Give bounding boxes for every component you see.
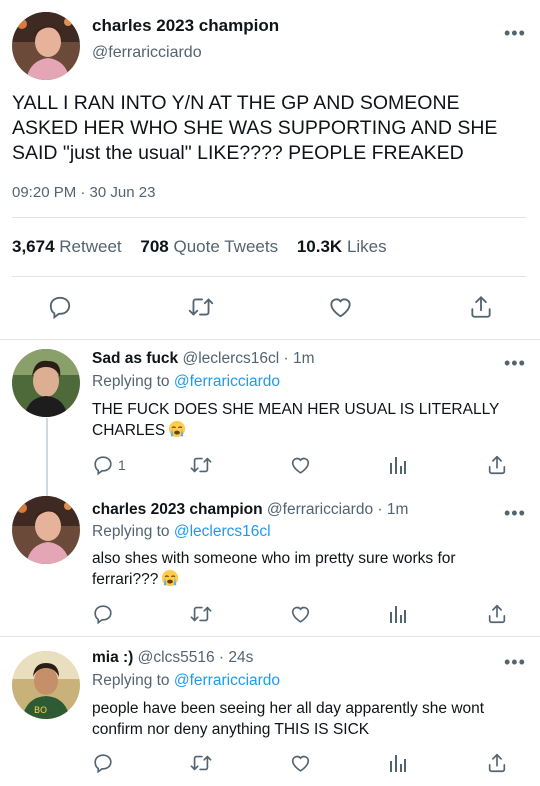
analytics-icon <box>390 457 406 474</box>
like-button[interactable] <box>289 603 312 625</box>
retweet-button[interactable] <box>187 294 215 320</box>
like-button[interactable] <box>289 454 312 476</box>
display-name[interactable]: charles 2023 champion <box>92 16 279 36</box>
more-icon[interactable]: ••• <box>504 504 526 522</box>
handle-time[interactable]: @clcs5516 · 24s <box>138 649 254 666</box>
share-icon <box>488 604 506 624</box>
like-button[interactable] <box>327 294 354 320</box>
analytics-button[interactable] <box>388 752 408 774</box>
more-icon[interactable]: ••• <box>504 653 526 671</box>
reply-header[interactable]: mia :) @clcs5516 · 24s <box>92 649 253 667</box>
reply-text: also shes with someone who im pretty sur… <box>92 548 522 593</box>
heart-icon <box>291 457 310 474</box>
retweet-button[interactable] <box>189 603 213 625</box>
display-name[interactable]: mia :) <box>92 649 133 666</box>
reply-button[interactable] <box>92 752 114 774</box>
loudly-crying-face-emoji <box>161 569 179 593</box>
like-button[interactable] <box>289 752 312 774</box>
retweet-icon <box>190 457 212 473</box>
reply-button[interactable]: 1 <box>92 454 126 476</box>
reply-text: people have been seeing her all day appa… <box>92 700 485 738</box>
retweet-icon <box>190 606 212 622</box>
share-icon <box>488 455 506 475</box>
avatar[interactable] <box>12 12 80 80</box>
tweet-text: YALL I RAN INTO Y/N AT THE GP AND SOMEON… <box>12 92 498 164</box>
avatar[interactable]: BO <box>12 651 80 719</box>
reply-text-content: THE FUCK DOES SHE MEAN HER USUAL IS LITE… <box>92 401 500 439</box>
share-icon <box>471 296 491 318</box>
reply-text: THE FUCK DOES SHE MEAN HER USUAL IS LITE… <box>92 399 522 444</box>
heart-icon <box>291 606 310 623</box>
reply-tweet: BO mia :) @clcs5516 · 24s ••• Replying t… <box>0 637 540 786</box>
reply-icon <box>94 456 112 476</box>
replying-to: Replying to @ferraricciardo <box>92 672 280 690</box>
reply-button[interactable] <box>47 294 73 320</box>
reply-icon <box>49 296 71 320</box>
loudly-crying-face-emoji <box>168 420 186 444</box>
analytics-icon <box>390 606 406 623</box>
divider <box>12 276 526 277</box>
avatar[interactable] <box>12 496 80 564</box>
quote-count[interactable]: 708 <box>140 237 168 256</box>
reply-icon <box>94 605 112 625</box>
more-icon[interactable]: ••• <box>504 354 526 372</box>
replying-label: Replying to <box>92 672 170 689</box>
heart-icon <box>330 298 351 318</box>
display-name[interactable]: charles 2023 champion <box>92 501 263 518</box>
reply-button[interactable] <box>92 603 114 625</box>
reply-count: 1 <box>118 457 126 473</box>
analytics-button[interactable] <box>388 454 408 476</box>
retweet-icon <box>190 755 212 771</box>
reply-icon <box>94 754 112 774</box>
tweet-stats: 3,674 Retweet 708 Quote Tweets 10.3K Lik… <box>12 237 401 257</box>
reply-tweet: charles 2023 champion @ferraricciardo · … <box>0 488 540 636</box>
replying-label: Replying to <box>92 373 170 390</box>
more-icon[interactable]: ••• <box>504 24 526 42</box>
analytics-button[interactable] <box>388 603 408 625</box>
handle-time[interactable]: @leclercs16cl · 1m <box>182 350 314 367</box>
display-name[interactable]: Sad as fuck <box>92 350 178 367</box>
retweet-label[interactable]: Retweet <box>59 237 121 256</box>
like-label[interactable]: Likes <box>347 237 387 256</box>
share-button[interactable] <box>468 294 494 320</box>
share-icon <box>488 753 506 773</box>
replying-to: Replying to @ferraricciardo <box>92 373 280 391</box>
avatar[interactable] <box>12 349 80 417</box>
handle[interactable]: @ferraricciardo <box>92 44 202 62</box>
retweet-button[interactable] <box>189 454 213 476</box>
quote-label[interactable]: Quote Tweets <box>174 237 279 256</box>
reply-header[interactable]: charles 2023 champion @ferraricciardo · … <box>92 501 408 519</box>
share-button[interactable] <box>486 454 508 476</box>
replying-to: Replying to @leclercs16cl <box>92 523 271 541</box>
replying-to-link[interactable]: @leclercs16cl <box>174 523 271 540</box>
share-button[interactable] <box>486 603 508 625</box>
main-tweet: charles 2023 champion @ferraricciardo ••… <box>0 0 540 340</box>
replying-to-link[interactable]: @ferraricciardo <box>174 373 280 390</box>
reply-header[interactable]: Sad as fuck @leclercs16cl · 1m <box>92 350 314 368</box>
tweet-timestamp[interactable]: 09:20 PM · 30 Jun 23 <box>12 184 155 201</box>
heart-icon <box>291 755 310 772</box>
share-button[interactable] <box>486 752 508 774</box>
retweet-button[interactable] <box>189 752 213 774</box>
handle-time[interactable]: @ferraricciardo · 1m <box>267 501 408 518</box>
reply-tweet: Sad as fuck @leclercs16cl · 1m ••• Reply… <box>0 340 540 488</box>
analytics-icon <box>390 755 406 772</box>
replying-label: Replying to <box>92 523 170 540</box>
thread-line <box>46 418 48 496</box>
divider <box>12 217 526 218</box>
svg-text:BO: BO <box>34 706 47 716</box>
retweet-count[interactable]: 3,674 <box>12 237 55 256</box>
replying-to-link[interactable]: @ferraricciardo <box>174 672 280 689</box>
retweet-icon <box>188 298 214 316</box>
reply-text-content: also shes with someone who im pretty sur… <box>92 550 456 588</box>
like-count[interactable]: 10.3K <box>297 237 342 256</box>
